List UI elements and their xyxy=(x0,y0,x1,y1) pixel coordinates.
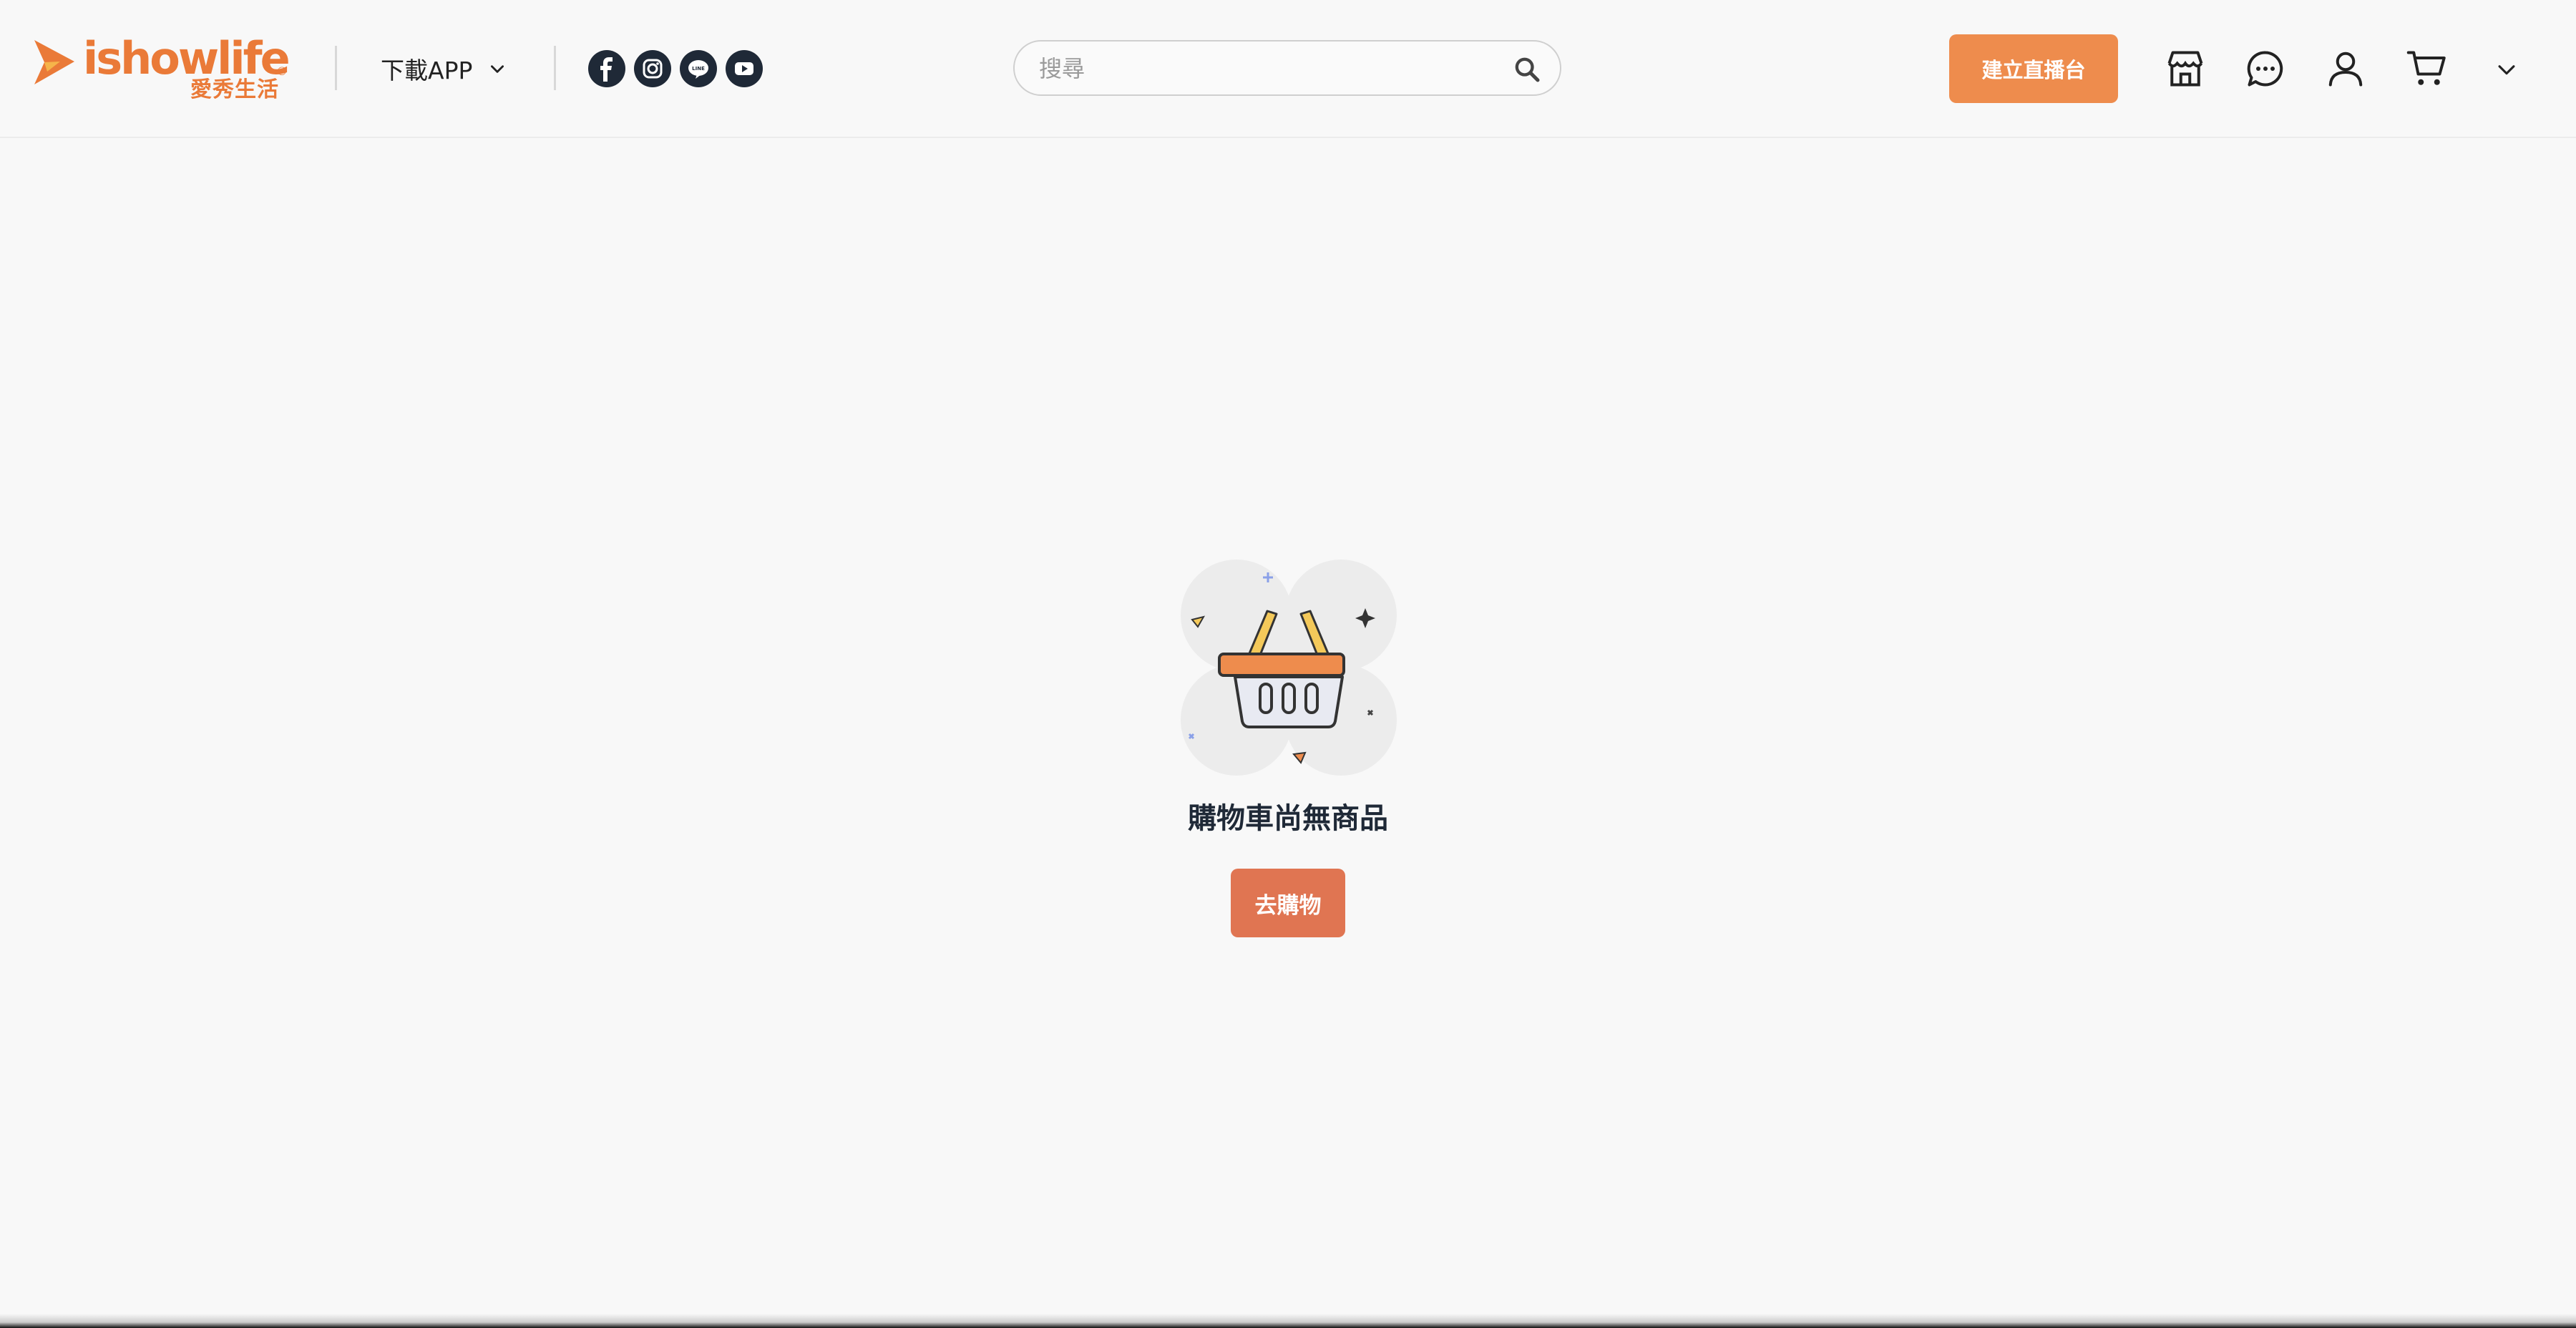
logo-chinese-name: 愛秀生活 xyxy=(190,77,279,102)
search-input[interactable] xyxy=(1038,50,1498,87)
chevron-down-icon[interactable] xyxy=(2494,57,2519,82)
site-logo[interactable]: ishowlife ® 愛秀生活 xyxy=(31,33,296,104)
youtube-icon[interactable] xyxy=(726,50,763,87)
line-icon[interactable]: LINE xyxy=(680,50,717,87)
download-app-dropdown[interactable]: 下載APP xyxy=(381,50,507,87)
top-header: ishowlife ® 愛秀生活 下載APP LINE 搜尋 建立直播台 xyxy=(0,0,2576,138)
go-shopping-button[interactable]: 去購物 xyxy=(1231,869,1345,937)
empty-cart-message: 購物車尚無商品 xyxy=(1188,802,1388,835)
search-bar xyxy=(1013,40,1561,96)
instagram-icon[interactable] xyxy=(634,50,671,87)
chat-icon[interactable] xyxy=(2244,47,2287,90)
svg-text:LINE: LINE xyxy=(692,66,705,72)
search-icon[interactable] xyxy=(1513,55,1541,84)
cart-icon[interactable] xyxy=(2406,47,2449,90)
chevron-down-icon xyxy=(491,65,504,73)
download-app-label: 下載APP xyxy=(381,57,473,84)
facebook-icon[interactable] xyxy=(588,50,625,87)
header-divider xyxy=(335,46,337,90)
user-icon[interactable] xyxy=(2324,47,2367,90)
store-icon[interactable] xyxy=(2164,47,2207,90)
logo-mark-icon xyxy=(34,40,74,84)
create-live-button[interactable]: 建立直播台 xyxy=(1949,34,2118,103)
empty-basket-icon xyxy=(1181,560,1397,776)
header-divider xyxy=(554,46,556,90)
bottom-edge-shadow xyxy=(0,1314,2576,1328)
